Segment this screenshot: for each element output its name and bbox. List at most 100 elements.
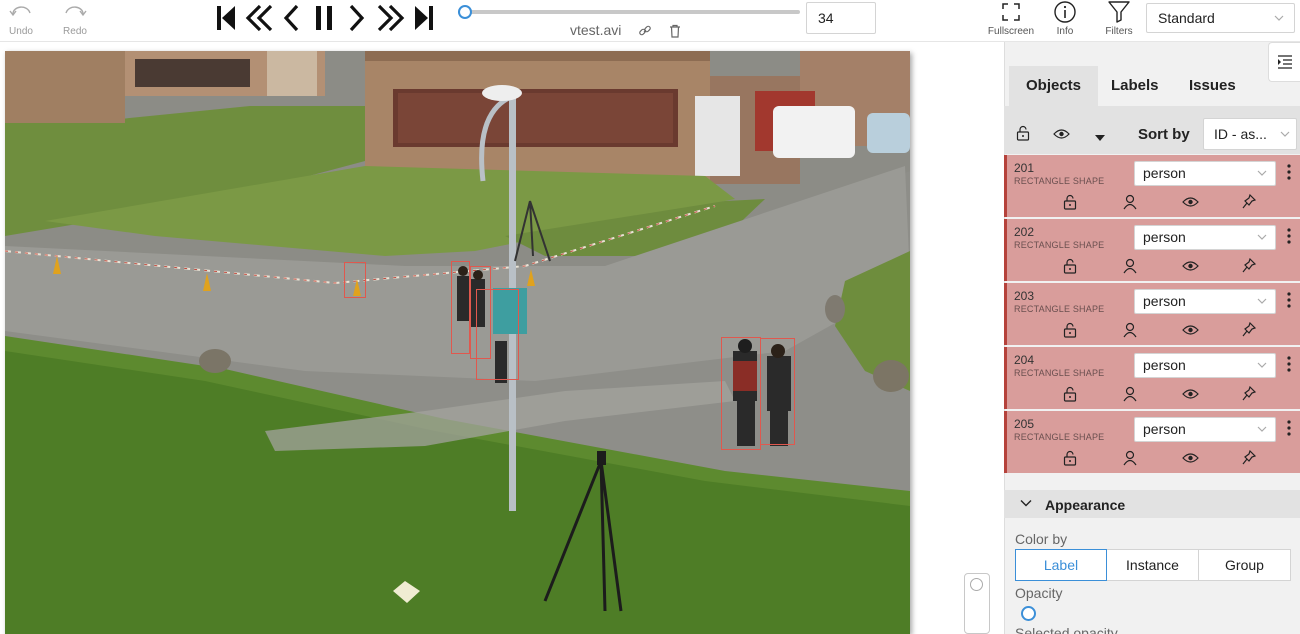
undo-button[interactable]: Undo xyxy=(8,0,34,37)
copy-link-button[interactable] xyxy=(638,24,652,43)
workspace-select[interactable]: Standard xyxy=(1146,3,1295,33)
eye-icon[interactable] xyxy=(1182,452,1199,464)
pin-icon[interactable] xyxy=(1242,322,1256,338)
object-label-select[interactable]: person xyxy=(1134,289,1276,314)
delete-frame-button[interactable] xyxy=(668,24,682,43)
object-label-select[interactable]: person xyxy=(1134,225,1276,250)
lock-all-button[interactable] xyxy=(1016,125,1030,146)
tab-objects[interactable]: Objects xyxy=(1009,66,1099,106)
unlock-icon[interactable] xyxy=(1063,450,1077,466)
more-options-icon[interactable] xyxy=(1286,291,1292,309)
filter-icon xyxy=(1108,1,1130,23)
sort-by-label: Sort by xyxy=(1138,126,1190,143)
user-icon[interactable] xyxy=(1123,194,1137,210)
toggle-sidebar-button[interactable] xyxy=(1268,42,1300,82)
zoom-knob[interactable] xyxy=(970,578,983,591)
pin-icon[interactable] xyxy=(1242,258,1256,274)
filters-button[interactable]: Filters xyxy=(1102,0,1136,37)
eye-icon[interactable] xyxy=(1182,388,1199,400)
user-icon[interactable] xyxy=(1123,450,1137,466)
bounding-box-201[interactable] xyxy=(344,262,366,298)
user-icon[interactable] xyxy=(1123,386,1137,402)
frame-number-input[interactable]: 34 xyxy=(806,2,876,34)
info-button[interactable]: Info xyxy=(1052,0,1078,37)
show-all-button[interactable] xyxy=(1053,127,1070,145)
video-frame[interactable] xyxy=(5,51,910,634)
object-id: 204 xyxy=(1014,353,1035,367)
info-icon xyxy=(1054,1,1076,23)
more-options-icon[interactable] xyxy=(1286,227,1292,245)
object-item[interactable]: 204 RECTANGLE SHAPE person xyxy=(1004,347,1300,409)
back-many-icon xyxy=(245,4,273,32)
object-item[interactable]: 201 RECTANGLE SHAPE person xyxy=(1004,155,1300,217)
sort-select[interactable]: ID - as... xyxy=(1203,118,1297,150)
chevron-down-icon xyxy=(1274,15,1284,21)
sort-value: ID - as... xyxy=(1214,126,1267,142)
object-item[interactable]: 203 RECTANGLE SHAPE person xyxy=(1004,283,1300,345)
object-label-select[interactable]: person xyxy=(1134,353,1276,378)
unlock-icon[interactable] xyxy=(1063,194,1077,210)
tab-labels[interactable]: Labels xyxy=(1094,66,1176,106)
object-label-value: person xyxy=(1143,165,1186,181)
unlock-icon[interactable] xyxy=(1063,258,1077,274)
object-item[interactable]: 205 RECTANGLE SHAPE person xyxy=(1004,411,1300,473)
object-label-value: person xyxy=(1143,421,1186,437)
objects-list: 201 RECTANGLE SHAPE person 202 RECTANGLE… xyxy=(1004,155,1300,475)
tab-issues[interactable]: Issues xyxy=(1172,66,1253,106)
next-button[interactable] xyxy=(346,4,366,32)
top-toolbar: Undo Redo 34 vtest.avi Fullscreen Info F… xyxy=(0,0,1300,42)
previous-button[interactable] xyxy=(282,4,302,32)
user-icon[interactable] xyxy=(1123,258,1137,274)
redo-label: Redo xyxy=(63,26,87,37)
forward-many-button[interactable] xyxy=(376,4,406,32)
object-label-value: person xyxy=(1143,293,1186,309)
unlock-icon[interactable] xyxy=(1063,386,1077,402)
eye-icon[interactable] xyxy=(1182,324,1199,336)
workspace-value: Standard xyxy=(1158,10,1215,26)
forward-many-icon xyxy=(377,4,405,32)
object-item[interactable]: 202 RECTANGLE SHAPE person xyxy=(1004,219,1300,281)
redo-button[interactable]: Redo xyxy=(62,0,88,37)
pin-icon[interactable] xyxy=(1242,386,1256,402)
frame-slider-thumb[interactable] xyxy=(457,5,472,19)
last-frame-button[interactable] xyxy=(412,4,436,32)
eye-icon[interactable] xyxy=(1182,260,1199,272)
opacity-label: Opacity xyxy=(1015,585,1063,601)
fullscreen-button[interactable]: Fullscreen xyxy=(986,0,1036,37)
more-options-icon[interactable] xyxy=(1286,355,1292,373)
annotation-canvas[interactable] xyxy=(0,42,1004,634)
chevron-down-icon[interactable] xyxy=(1020,499,1032,507)
color-by-label-option[interactable]: Label xyxy=(1015,549,1107,581)
frame-slider[interactable] xyxy=(457,5,800,19)
color-by-instance-option[interactable]: Instance xyxy=(1106,549,1199,581)
link-icon xyxy=(639,25,651,36)
bounding-box-205[interactable] xyxy=(721,337,761,450)
zoom-control[interactable] xyxy=(964,573,990,634)
back-many-button[interactable] xyxy=(244,4,274,32)
collapse-all-button[interactable] xyxy=(1094,129,1106,147)
pin-icon[interactable] xyxy=(1242,194,1256,210)
object-type: RECTANGLE SHAPE xyxy=(1014,240,1105,250)
pause-button[interactable] xyxy=(313,4,335,32)
user-icon[interactable] xyxy=(1123,322,1137,338)
bounding-box-206[interactable] xyxy=(760,338,795,445)
object-type: RECTANGLE SHAPE xyxy=(1014,432,1105,442)
selected-opacity-label: Selected opacity xyxy=(1015,625,1118,634)
pin-icon[interactable] xyxy=(1242,450,1256,466)
object-type: RECTANGLE SHAPE xyxy=(1014,368,1105,378)
unlock-icon[interactable] xyxy=(1063,322,1077,338)
object-label-select[interactable]: person xyxy=(1134,161,1276,186)
redo-icon xyxy=(65,6,87,17)
opacity-slider-thumb[interactable] xyxy=(1021,606,1036,621)
color-by-group-option[interactable]: Group xyxy=(1198,549,1291,581)
bounding-box-202[interactable] xyxy=(451,261,470,354)
more-options-icon[interactable] xyxy=(1286,419,1292,437)
filename-label: vtest.avi xyxy=(570,22,622,38)
first-frame-button[interactable] xyxy=(214,4,238,32)
bounding-box-204[interactable] xyxy=(476,289,519,380)
previous-icon xyxy=(283,4,299,32)
object-label-select[interactable]: person xyxy=(1134,417,1276,442)
last-frame-icon xyxy=(415,6,433,30)
eye-icon[interactable] xyxy=(1182,196,1199,208)
more-options-icon[interactable] xyxy=(1286,163,1292,181)
